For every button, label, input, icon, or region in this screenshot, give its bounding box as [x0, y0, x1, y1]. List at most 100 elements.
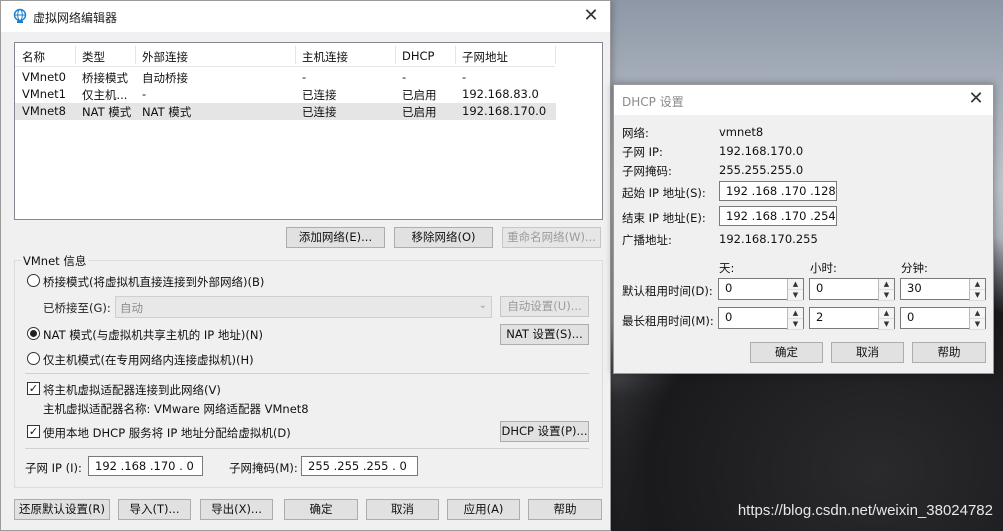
- dhcp-title-bar: DHCP 设置 ✕: [614, 85, 993, 115]
- remove-network-button[interactable]: 移除网络(O): [394, 227, 493, 248]
- add-network-button[interactable]: 添加网络(E)...: [286, 227, 385, 248]
- cell: 已连接: [302, 88, 337, 102]
- spinner-icon[interactable]: ▲ ▼: [878, 308, 894, 330]
- ok-button[interactable]: 确定: [284, 499, 358, 520]
- cell: -: [462, 70, 467, 84]
- max-lease-days[interactable]: 0 ▲ ▼: [718, 307, 804, 330]
- cell: 已连接: [302, 105, 337, 119]
- table-row[interactable]: VMnet1 仅主机... - 已连接 已启用 192.168.83.0: [15, 86, 556, 103]
- import-button[interactable]: 导入(T)...: [118, 499, 191, 520]
- dhcp-cancel-button[interactable]: 取消: [831, 342, 904, 363]
- host-only-label[interactable]: 仅主机模式(在专用网络内连接虚拟机)(H): [43, 352, 254, 368]
- column-header[interactable]: 类型: [82, 49, 105, 65]
- end-ip-label: 结束 IP 地址(E):: [622, 211, 706, 225]
- host-only-radio[interactable]: [27, 352, 40, 365]
- spinner-icon[interactable]: ▲ ▼: [969, 308, 985, 330]
- bridged-to-label: 已桥接至(G):: [43, 301, 111, 315]
- minutes-header: 分钟:: [901, 261, 928, 275]
- nat-mode-label[interactable]: NAT 模式(与虚拟机共享主机的 IP 地址)(N): [43, 327, 263, 343]
- network-list[interactable]: 名称 类型 外部连接 主机连接 DHCP 子网地址 VMnet0 桥接模式 自动…: [14, 42, 603, 220]
- dhcp-help-button[interactable]: 帮助: [912, 342, 986, 363]
- bridge-mode-radio[interactable]: [27, 274, 40, 287]
- auto-settings-button[interactable]: 自动设置(U)...: [500, 296, 589, 317]
- max-lease-label: 最长租用时间(M):: [622, 314, 714, 328]
- spinner-icon[interactable]: ▲ ▼: [787, 308, 803, 330]
- network-value: vmnet8: [719, 125, 764, 139]
- cell: NAT 模式: [142, 105, 192, 119]
- spinner-icon[interactable]: ▲ ▼: [787, 279, 803, 301]
- spinner-icon[interactable]: ▲ ▼: [969, 279, 985, 301]
- restore-defaults-button[interactable]: 还原默认设置(R): [14, 499, 110, 520]
- dhcp-window-title: DHCP 设置: [622, 95, 684, 109]
- subnet-ip-value: 192.168.170.0: [719, 144, 804, 158]
- hours-header: 小时:: [810, 261, 837, 275]
- nat-mode-radio[interactable]: [27, 327, 40, 340]
- subnet-mask-label: 子网掩码:: [622, 164, 672, 178]
- cell: VMnet1: [22, 87, 66, 101]
- subnet-ip-field[interactable]: 192 .168 .170 . 0: [88, 456, 203, 476]
- export-button[interactable]: 导出(X)...: [200, 499, 273, 520]
- default-lease-hours[interactable]: 0 ▲ ▼: [809, 278, 895, 301]
- nat-settings-button[interactable]: NAT 设置(S)...: [500, 324, 589, 345]
- watermark: https://blog.csdn.net/weixin_38024782: [737, 502, 993, 519]
- end-ip-field[interactable]: 192 .168 .170 .254: [719, 206, 837, 226]
- table-row-selected[interactable]: VMnet8 NAT 模式 NAT 模式 已连接 已启用 192.168.170…: [15, 103, 556, 120]
- cell: 已启用: [402, 105, 437, 119]
- network-label: 网络:: [622, 126, 649, 140]
- days-header: 天:: [719, 261, 735, 275]
- connect-adapter-label[interactable]: 将主机虚拟适配器连接到此网络(V): [43, 382, 221, 398]
- max-lease-minutes[interactable]: 0 ▲ ▼: [900, 307, 986, 330]
- start-ip-field[interactable]: 192 .168 .170 .128: [719, 181, 837, 201]
- cancel-button[interactable]: 取消: [366, 499, 439, 520]
- cell: VMnet8: [22, 104, 66, 118]
- dhcp-label[interactable]: 使用本地 DHCP 服务将 IP 地址分配给虚拟机(D): [43, 425, 291, 441]
- column-header[interactable]: 名称: [22, 49, 45, 65]
- subnet-mask-field[interactable]: 255 .255 .255 . 0: [301, 456, 418, 476]
- column-header[interactable]: DHCP: [402, 49, 434, 63]
- cell: 自动桥接: [142, 71, 188, 85]
- vmnet-info-label: VMnet 信息: [21, 253, 89, 269]
- column-header[interactable]: 主机连接: [302, 49, 348, 65]
- close-button[interactable]: ✕: [580, 5, 602, 27]
- subnet-ip-label: 子网 IP (I):: [25, 461, 82, 475]
- connect-adapter-checkbox[interactable]: ✓: [27, 382, 40, 395]
- subnet-ip-label: 子网 IP:: [622, 145, 663, 159]
- start-ip-label: 起始 IP 地址(S):: [622, 186, 706, 200]
- bridged-to-select[interactable]: 自动 ⌄: [115, 296, 492, 318]
- window-title: 虚拟网络编辑器: [33, 11, 118, 25]
- subnet-mask-value: 255.255.255.0: [719, 163, 804, 177]
- cell: NAT 模式: [82, 105, 132, 119]
- broadcast-value: 192.168.170.255: [719, 232, 818, 246]
- cell: -: [302, 70, 307, 84]
- apply-button[interactable]: 应用(A): [447, 499, 520, 520]
- divider: [25, 373, 589, 374]
- help-button[interactable]: 帮助: [528, 499, 602, 520]
- bridge-mode-label[interactable]: 桥接模式(将虚拟机直接连接到外部网络)(B): [43, 274, 264, 290]
- network-globe-icon: [12, 8, 28, 27]
- table-row[interactable]: VMnet0 桥接模式 自动桥接 - - -: [15, 69, 556, 86]
- cell: -: [142, 87, 147, 101]
- column-header[interactable]: 子网地址: [462, 49, 508, 65]
- cell: 仅主机...: [82, 88, 128, 102]
- title-bar: 虚拟网络编辑器 ✕: [1, 1, 610, 32]
- rename-network-button[interactable]: 重命名网络(W)...: [502, 227, 601, 248]
- column-header[interactable]: 外部连接: [142, 49, 188, 65]
- default-lease-minutes[interactable]: 30 ▲ ▼: [900, 278, 986, 301]
- cell: 桥接模式: [82, 71, 128, 85]
- dhcp-settings-window: DHCP 设置 ✕ 网络: vmnet8 子网 IP: 192.168.170.…: [613, 84, 994, 374]
- spinner-icon[interactable]: ▲ ▼: [878, 279, 894, 301]
- dhcp-close-button[interactable]: ✕: [965, 88, 987, 110]
- dhcp-checkbox[interactable]: ✓: [27, 425, 40, 438]
- list-header: 名称 类型 外部连接 主机连接 DHCP 子网地址: [15, 43, 556, 67]
- default-lease-days[interactable]: 0 ▲ ▼: [718, 278, 804, 301]
- virtual-network-editor-window: 虚拟网络编辑器 ✕ 名称 类型 外部连接 主机连接 DHCP 子网地址 VMne…: [0, 0, 611, 531]
- max-lease-hours[interactable]: 2 ▲ ▼: [809, 307, 895, 330]
- chevron-down-icon: ⌄: [478, 300, 487, 311]
- default-lease-label: 默认租用时间(D):: [622, 284, 713, 298]
- cell: -: [402, 70, 407, 84]
- dhcp-ok-button[interactable]: 确定: [750, 342, 823, 363]
- subnet-mask-label: 子网掩码(M):: [229, 461, 298, 475]
- dhcp-settings-button[interactable]: DHCP 设置(P)...: [500, 421, 589, 442]
- cell: VMnet0: [22, 70, 66, 84]
- vmnet-info-group: [14, 260, 603, 488]
